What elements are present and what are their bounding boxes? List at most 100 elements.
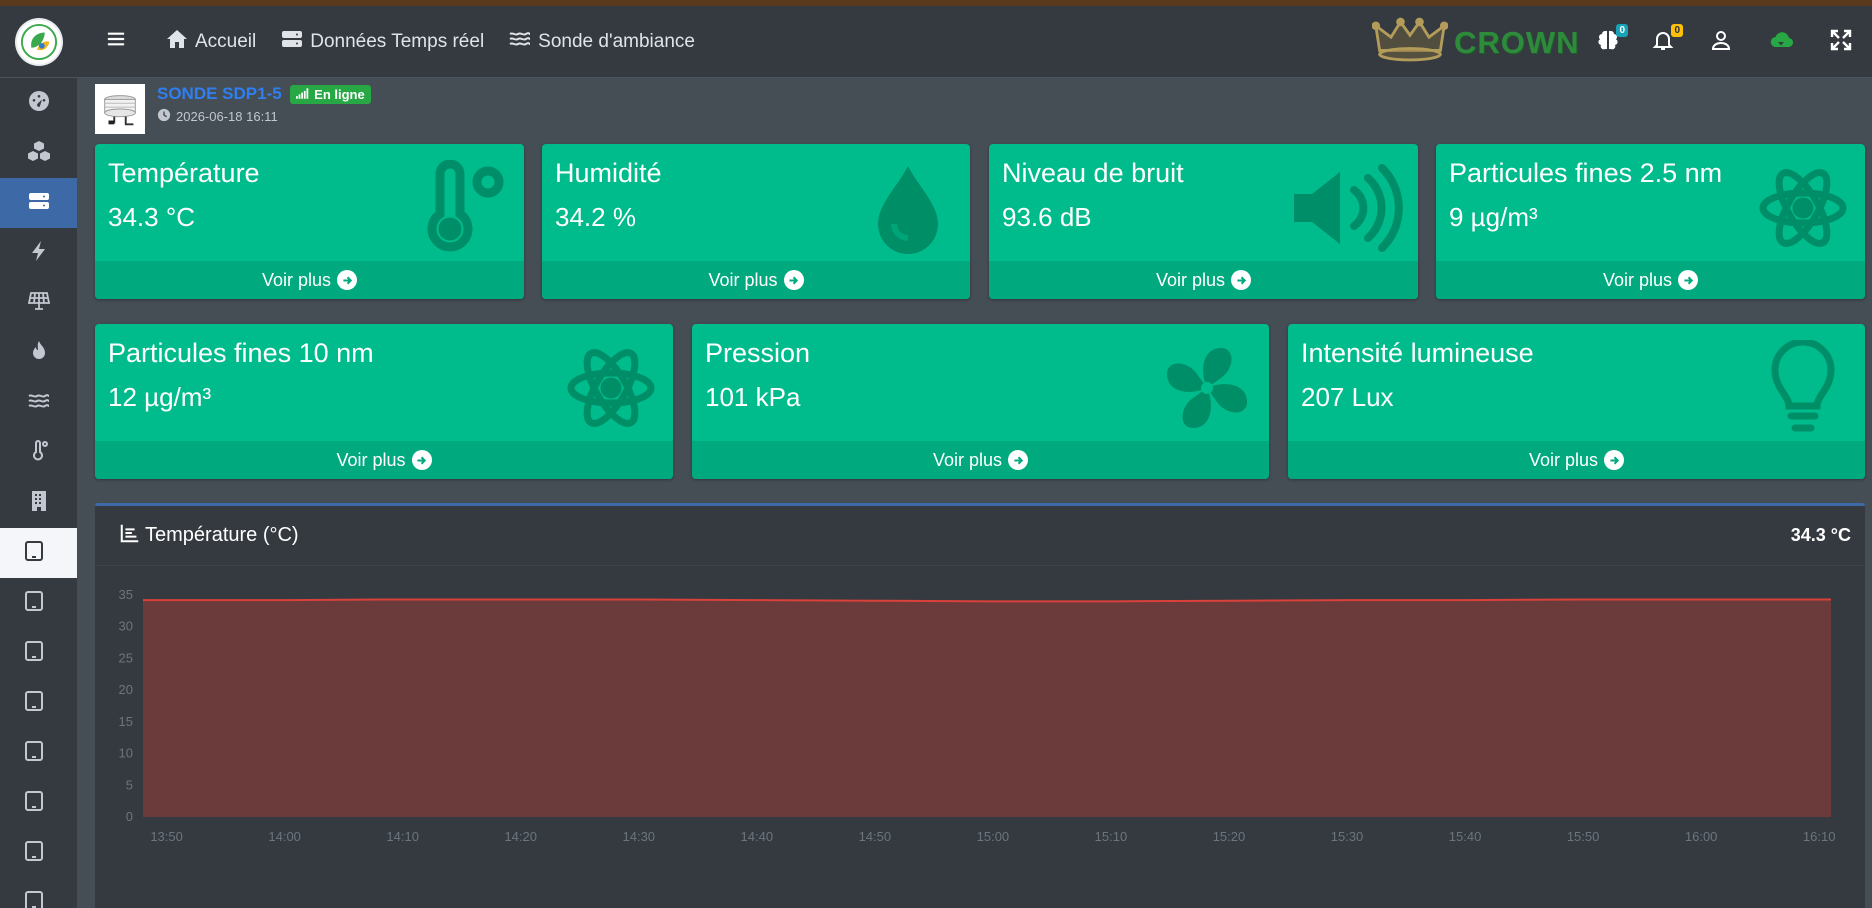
card-pm25: Particules fines 2.5 nm 9 µg/m³ Voir plu… xyxy=(1436,144,1865,299)
card-pm10: Particules fines 10 nm 12 µg/m³ Voir plu… xyxy=(95,324,673,479)
x-tick-label: 16:00 xyxy=(1685,829,1718,844)
server-icon xyxy=(280,27,304,57)
more-label: Voir plus xyxy=(708,269,778,290)
device-name[interactable]: SONDE SDP1-5 xyxy=(157,84,282,103)
flame-icon xyxy=(27,339,51,368)
chart-line-icon xyxy=(119,522,141,550)
x-tick-label: 14:30 xyxy=(623,829,656,844)
menu-toggle-button[interactable] xyxy=(91,17,141,67)
card-noise: Niveau de bruit 93.6 dB Voir plus xyxy=(989,144,1418,299)
temperature-chart[interactable]: 0 5 10 15 20 25 30 35 13:50 14:00 14:10 14:20 14:30 1… xyxy=(95,567,1865,908)
card-more-link[interactable]: Voir plus xyxy=(1436,261,1865,299)
panel-title-text: Température (°C) xyxy=(145,524,299,546)
sidebar-item-device-1[interactable] xyxy=(0,528,77,578)
waves-icon xyxy=(508,27,532,57)
card-value: 34.3 °C xyxy=(108,202,196,232)
solar-panel-icon xyxy=(27,289,51,318)
sidebar-item-energy[interactable] xyxy=(0,228,77,278)
user-button[interactable] xyxy=(1707,28,1735,56)
card-title: Humidité xyxy=(555,158,662,188)
thermometer-icon xyxy=(27,439,51,468)
sidebar-item-servers[interactable] xyxy=(0,178,77,228)
y-tick-label: 0 xyxy=(126,809,133,824)
tablet-icon xyxy=(22,889,46,908)
x-tick-label: 15:20 xyxy=(1213,829,1246,844)
sidebar-brand[interactable] xyxy=(0,6,77,78)
server-icon xyxy=(27,189,51,218)
tablet-icon xyxy=(22,739,46,768)
device-timestamp: 2026-06-18 16:11 xyxy=(157,108,371,125)
sidebar-item-device-7[interactable] xyxy=(0,828,77,878)
arrow-circle-right-icon xyxy=(1678,270,1699,290)
notifications-badge: 0 xyxy=(1671,24,1683,37)
card-light: Intensité lumineuse 207 Lux Voir plus xyxy=(1288,324,1865,479)
atom-icon xyxy=(1755,160,1851,256)
cloud-download-icon xyxy=(1769,28,1794,57)
sidebar-item-dashboard[interactable] xyxy=(0,78,77,128)
card-value: 101 kPa xyxy=(705,382,801,412)
card-title: Pression xyxy=(705,338,811,368)
more-label: Voir plus xyxy=(1155,269,1226,290)
card-value: 207 Lux xyxy=(1301,382,1394,412)
device-thumbnail xyxy=(95,84,145,134)
card-more-link[interactable]: Voir plus xyxy=(692,441,1269,479)
nav-link-probe[interactable]: Sonde d'ambiance xyxy=(508,27,695,57)
arrow-circle-right-icon xyxy=(1604,450,1625,470)
more-label: Voir plus xyxy=(336,449,406,470)
sidebar-item-building[interactable] xyxy=(0,478,77,528)
thermometer-icon xyxy=(414,159,510,256)
card-more-link[interactable]: Voir plus xyxy=(1288,441,1865,479)
card-value: 34.2 % xyxy=(555,202,636,232)
nav-link-realtime[interactable]: Données Temps réel xyxy=(280,27,484,57)
tablet-icon xyxy=(22,639,46,668)
card-more-link[interactable]: Voir plus xyxy=(989,261,1418,299)
panel-title: Température (°C) xyxy=(119,522,299,550)
y-tick-label: 5 xyxy=(126,777,133,792)
fullscreen-button[interactable] xyxy=(1827,28,1855,56)
sidebar-item-device-5[interactable] xyxy=(0,728,77,778)
sidebar-item-boxes[interactable] xyxy=(0,128,77,178)
top-navbar: Accueil Données Temps réel Sonde d'ambia… xyxy=(77,6,1872,78)
x-tick-label: 15:10 xyxy=(1095,829,1128,844)
status-label: En ligne xyxy=(314,87,365,102)
card-humidity: Humidité 34.2 % Voir plus xyxy=(542,144,970,299)
card-value: 12 µg/m³ xyxy=(108,382,212,412)
sidebar-item-device-6[interactable] xyxy=(0,778,77,828)
y-tick-label: 10 xyxy=(119,746,133,761)
more-label: Voir plus xyxy=(1602,269,1673,290)
temperature-chart-panel: Température (°C) 34.3 °C 0 5 10 15 20 25 30 35 1… xyxy=(95,503,1865,908)
more-label: Voir plus xyxy=(1528,449,1599,470)
card-more-link[interactable]: Voir plus xyxy=(95,261,524,299)
brain-badge: 0 xyxy=(1616,24,1628,37)
sidebar-item-device-3[interactable] xyxy=(0,628,77,678)
crown-logo: CROWN xyxy=(1371,16,1580,69)
sidebar-item-device-8[interactable] xyxy=(0,878,77,908)
x-tick-label: 14:20 xyxy=(504,829,537,844)
status-badge: En ligne xyxy=(290,85,371,104)
arrow-circle-right-icon xyxy=(337,270,358,290)
clock-icon xyxy=(157,108,171,125)
sidebar-item-gas[interactable] xyxy=(0,328,77,378)
lightbulb-icon xyxy=(1755,338,1851,436)
notifications-button[interactable]: 0 xyxy=(1649,24,1683,56)
sidebar-item-ambiance[interactable] xyxy=(0,378,77,428)
nav-link-realtime-label: Données Temps réel xyxy=(310,30,485,52)
sidebar-item-device-4[interactable] xyxy=(0,678,77,728)
card-more-link[interactable]: Voir plus xyxy=(542,261,970,299)
card-value: 9 µg/m³ xyxy=(1449,202,1538,232)
sidebar-item-temperature[interactable] xyxy=(0,428,77,478)
x-tick-label: 14:50 xyxy=(859,829,892,844)
cloud-download-button[interactable] xyxy=(1767,28,1795,56)
card-title: Particules fines 2.5 nm xyxy=(1449,158,1723,188)
series-area xyxy=(143,599,1831,817)
nav-link-home-label: Accueil xyxy=(195,30,257,52)
brand-logo xyxy=(16,19,61,64)
brain-button[interactable]: 0 xyxy=(1594,24,1628,56)
sidebar-item-device-2[interactable] xyxy=(0,578,77,628)
signal-icon xyxy=(296,87,310,102)
card-more-link[interactable]: Voir plus xyxy=(95,441,673,479)
card-title: Température xyxy=(108,158,260,188)
nav-link-home[interactable]: Accueil xyxy=(165,27,256,57)
sidebar-item-solar[interactable] xyxy=(0,278,77,328)
more-label: Voir plus xyxy=(932,449,1003,470)
